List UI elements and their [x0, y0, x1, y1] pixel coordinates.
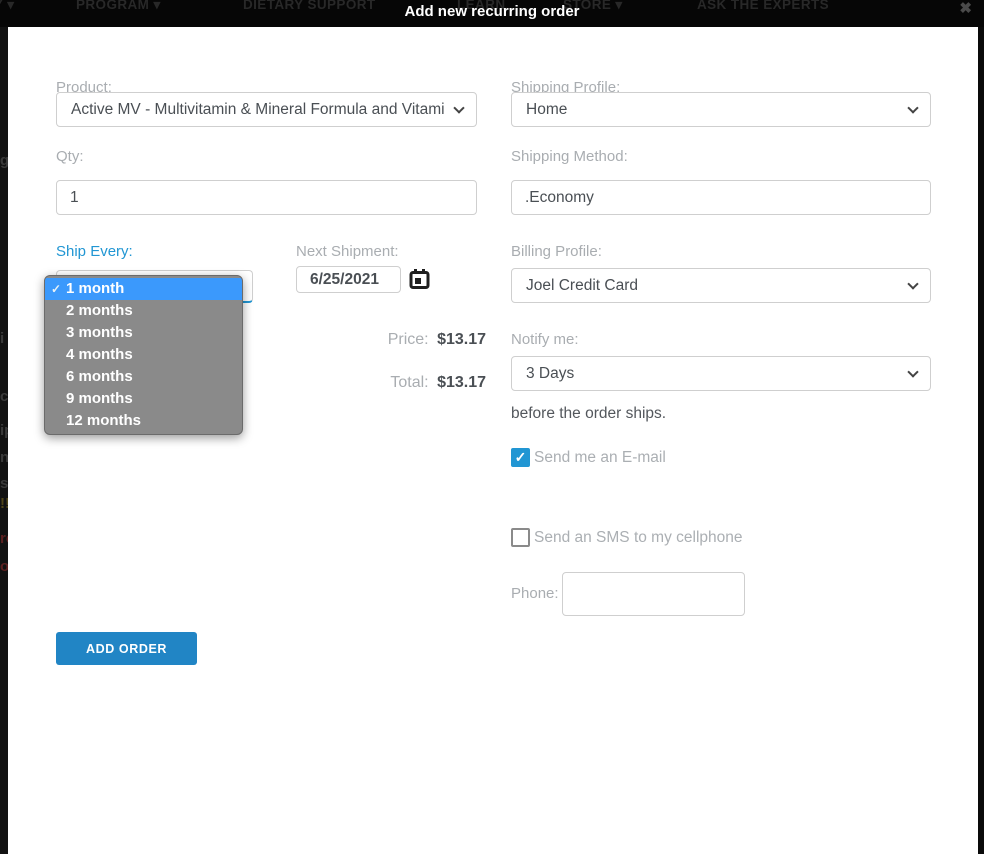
shipping-method-input[interactable]	[511, 180, 931, 215]
shipping-profile-select[interactable]: Home	[511, 92, 931, 127]
billing-profile-select[interactable]: Joel Credit Card	[511, 268, 931, 303]
backdrop-text-fragment: s	[0, 475, 8, 492]
ship-every-dropdown-menu: ✓1 month2 months3 months4 months6 months…	[44, 275, 243, 435]
phone-input[interactable]	[562, 572, 745, 616]
price-value: $13.17	[437, 331, 486, 348]
close-icon[interactable]: ✖	[959, 0, 972, 17]
chevron-down-icon	[453, 102, 464, 113]
qty-input[interactable]	[56, 180, 477, 215]
modal-title: Add new recurring order	[0, 3, 984, 20]
backdrop-left-strip: g i c ip ns!! re ot	[0, 27, 8, 854]
calendar-icon[interactable]	[409, 268, 430, 295]
backdrop-text-fragment: n	[0, 449, 8, 466]
total-row: Total: $13.17	[296, 374, 486, 392]
ship-every-option[interactable]: ✓1 month	[45, 278, 242, 300]
chevron-down-icon	[907, 102, 918, 113]
backdrop-text-fragment: ot	[0, 558, 8, 575]
total-value: $13.17	[437, 374, 486, 391]
screen: Y ▾ PROGRAM ▾ DIETARY SUPPORT LEARN STOR…	[0, 0, 984, 854]
sms-checkbox-row[interactable]: Send an SMS to my cellphone	[511, 528, 743, 547]
product-select[interactable]: Active MV - Multivitamin & Mineral Formu…	[56, 92, 477, 127]
billing-profile-select-value: Joel Credit Card	[526, 277, 638, 294]
selected-check-icon: ✓	[51, 278, 61, 300]
notify-suffix-text: before the order ships.	[511, 405, 666, 423]
backdrop-text-fragment: g	[0, 152, 8, 169]
notify-me-select[interactable]: 3 Days	[511, 356, 931, 391]
notify-me-label: Notify me:	[511, 331, 579, 348]
total-label: Total:	[390, 374, 428, 391]
ship-every-option[interactable]: 9 months	[45, 388, 242, 410]
ship-every-option[interactable]: 4 months	[45, 344, 242, 366]
email-checkbox-row[interactable]: ✓ Send me an E-mail	[511, 448, 666, 467]
chevron-down-icon	[907, 366, 918, 377]
ship-every-option[interactable]: 6 months	[45, 366, 242, 388]
price-row: Price: $13.17	[296, 331, 486, 349]
next-shipment-input[interactable]	[296, 266, 401, 293]
phone-label: Phone:	[511, 585, 559, 602]
backdrop-text-fragment: !!	[0, 495, 8, 512]
backdrop-text-fragment: re	[0, 530, 8, 547]
product-select-value: Active MV - Multivitamin & Mineral Formu…	[71, 101, 445, 118]
sms-checkbox-label: Send an SMS to my cellphone	[534, 529, 743, 547]
shipping-profile-select-value: Home	[526, 101, 567, 118]
backdrop-right-strip	[978, 27, 984, 854]
chevron-down-icon	[907, 278, 918, 289]
ship-every-label: Ship Every:	[56, 243, 133, 260]
billing-profile-label: Billing Profile:	[511, 243, 602, 260]
next-shipment-label: Next Shipment:	[296, 243, 399, 260]
add-order-button[interactable]: ADD ORDER	[56, 632, 197, 665]
notify-me-select-value: 3 Days	[526, 365, 574, 382]
add-recurring-order-modal: Product: Active MV - Multivitamin & Mine…	[8, 27, 978, 854]
ship-every-option[interactable]: 2 months	[45, 300, 242, 322]
backdrop-text-fragment: ip	[0, 422, 8, 439]
ship-every-option[interactable]: 3 months	[45, 322, 242, 344]
email-checkbox[interactable]: ✓	[511, 448, 530, 467]
ship-every-option[interactable]: 12 months	[45, 410, 242, 432]
backdrop-text-fragment: c	[0, 388, 8, 405]
price-label: Price:	[388, 331, 429, 348]
sms-checkbox[interactable]	[511, 528, 530, 547]
backdrop-text-fragment: i	[0, 330, 4, 347]
shipping-method-label: Shipping Method:	[511, 148, 628, 165]
email-checkbox-label: Send me an E-mail	[534, 449, 666, 467]
qty-label: Qty:	[56, 148, 84, 165]
